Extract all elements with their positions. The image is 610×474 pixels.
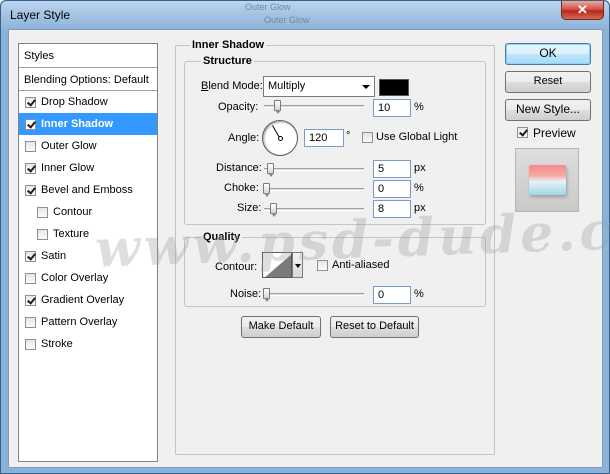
ok-button[interactable]: OK — [505, 43, 591, 65]
background-ghost-text: Outer Glow — [264, 15, 310, 25]
quality-title: Quality — [201, 231, 243, 243]
blend-mode-value: Multiply — [268, 80, 306, 92]
style-item-inner-glow[interactable]: Inner Glow — [19, 157, 157, 179]
opacity-label: Opacity: — [218, 101, 259, 113]
style-item-label: Drop Shadow — [41, 96, 108, 108]
noise-label: Noise: — [230, 288, 262, 300]
style-item-label: Pattern Overlay — [41, 316, 118, 328]
size-slider-thumb[interactable] — [270, 203, 277, 217]
style-checkbox[interactable] — [25, 316, 36, 328]
style-item-bevel-and-emboss[interactable]: Bevel and Emboss — [19, 179, 157, 201]
global-light-checkbox[interactable] — [362, 132, 373, 143]
distance-field[interactable]: 5 — [373, 160, 411, 178]
anti-aliased-label: Anti-aliased — [332, 259, 390, 271]
style-item-contour[interactable]: Contour — [19, 201, 157, 223]
style-item-gradient-overlay[interactable]: Gradient Overlay — [19, 289, 157, 311]
distance-label: Distance: — [216, 162, 262, 174]
style-checkbox[interactable] — [25, 338, 36, 350]
opacity-slider-thumb[interactable] — [274, 100, 281, 114]
anti-aliased-checkbox[interactable] — [317, 260, 328, 271]
global-light-label: Use Global Light — [376, 131, 458, 143]
contour-preview[interactable] — [262, 252, 292, 278]
style-checkbox[interactable] — [25, 294, 36, 306]
close-icon: ✕ — [577, 2, 588, 17]
size-label: Size: — [237, 202, 262, 214]
style-item-label: Outer Glow — [41, 140, 97, 152]
style-checkbox[interactable] — [25, 250, 36, 262]
size-field[interactable]: 8 — [373, 200, 411, 218]
style-checkbox[interactable] — [25, 272, 36, 284]
style-item-drop-shadow[interactable]: Drop Shadow — [19, 91, 157, 113]
opacity-field[interactable]: 10 — [373, 99, 411, 117]
structure-title: Structure — [201, 55, 254, 67]
style-item-pattern-overlay[interactable]: Pattern Overlay — [19, 311, 157, 333]
choke-slider-track[interactable] — [264, 188, 364, 191]
preview-label: Preview — [533, 126, 576, 140]
style-checkbox[interactable] — [25, 140, 36, 152]
style-checkbox[interactable] — [25, 184, 36, 196]
styles-header[interactable]: Styles — [19, 44, 157, 68]
choke-slider-thumb[interactable] — [263, 183, 270, 197]
opacity-unit: % — [414, 101, 424, 113]
close-button[interactable]: ✕ — [561, 1, 604, 20]
noise-slider-thumb[interactable] — [263, 288, 270, 302]
angle-dial-icon[interactable] — [262, 120, 298, 156]
style-item-label: Inner Glow — [41, 162, 95, 174]
distance-unit: px — [414, 162, 426, 174]
new-style-button[interactable]: New Style... — [505, 99, 591, 121]
make-default-button[interactable]: Make Default — [241, 316, 321, 338]
style-item-label: Bevel and Emboss — [41, 184, 133, 196]
noise-slider-track[interactable] — [264, 293, 364, 296]
styles-list: Styles Blending Options: Default Drop Sh… — [18, 43, 158, 462]
distance-slider-track[interactable] — [264, 168, 364, 171]
style-checkbox[interactable] — [25, 118, 36, 130]
background-ghost-text: Outer Glow — [245, 2, 291, 12]
blend-mode-select[interactable]: Multiply — [263, 76, 375, 97]
preview-swatch — [529, 165, 566, 195]
chevron-down-icon — [362, 85, 370, 89]
reset-button[interactable]: Reset — [505, 71, 591, 93]
style-checkbox[interactable] — [25, 96, 36, 108]
contour-label: Contour: — [215, 261, 258, 273]
noise-unit: % — [414, 288, 424, 300]
style-item-outer-glow[interactable]: Outer Glow — [19, 135, 157, 157]
blend-mode-label: Blend Mode: — [201, 80, 263, 92]
noise-field[interactable]: 0 — [373, 286, 411, 304]
blending-options-item[interactable]: Blending Options: Default — [19, 69, 157, 91]
angle-label: Angle: — [228, 132, 260, 144]
style-item-texture[interactable]: Texture — [19, 223, 157, 245]
contour-dropdown[interactable] — [292, 252, 303, 278]
style-item-label: Texture — [53, 228, 90, 240]
style-item-label: Inner Shadow — [41, 118, 114, 130]
size-unit: px — [414, 202, 426, 214]
window-title: Layer Style — [10, 8, 71, 22]
style-preview — [515, 148, 579, 212]
style-checkbox[interactable] — [37, 228, 48, 240]
style-item-color-overlay[interactable]: Color Overlay — [19, 267, 157, 289]
style-checkbox[interactable] — [37, 206, 48, 218]
choke-field[interactable]: 0 — [373, 180, 411, 198]
style-item-label: Satin — [41, 250, 67, 262]
shadow-color-swatch[interactable] — [379, 79, 409, 96]
angle-unit: ° — [346, 130, 351, 142]
style-item-satin[interactable]: Satin — [19, 245, 157, 267]
style-item-inner-shadow[interactable]: Inner Shadow — [19, 113, 157, 135]
style-item-label: Color Overlay — [41, 272, 109, 284]
style-item-stroke[interactable]: Stroke — [19, 333, 157, 355]
size-slider-track[interactable] — [264, 208, 364, 211]
style-item-label: Stroke — [41, 338, 73, 350]
title-bar[interactable]: Layer Style Outer Glow Outer Glow ✕ — [1, 1, 609, 29]
style-checkbox[interactable] — [25, 162, 36, 174]
preview-checkbox[interactable] — [517, 127, 528, 138]
style-item-label: Contour — [53, 206, 93, 218]
distance-slider-thumb[interactable] — [267, 163, 274, 177]
angle-center — [278, 136, 283, 141]
panel-title: Inner Shadow — [190, 39, 267, 51]
style-item-label: Gradient Overlay — [41, 294, 125, 306]
angle-field[interactable]: 120 — [304, 129, 344, 147]
choke-label: Choke: — [224, 182, 259, 194]
contour-curve-icon — [263, 253, 291, 277]
reset-to-default-button[interactable]: Reset to Default — [330, 316, 419, 338]
choke-unit: % — [414, 182, 424, 194]
